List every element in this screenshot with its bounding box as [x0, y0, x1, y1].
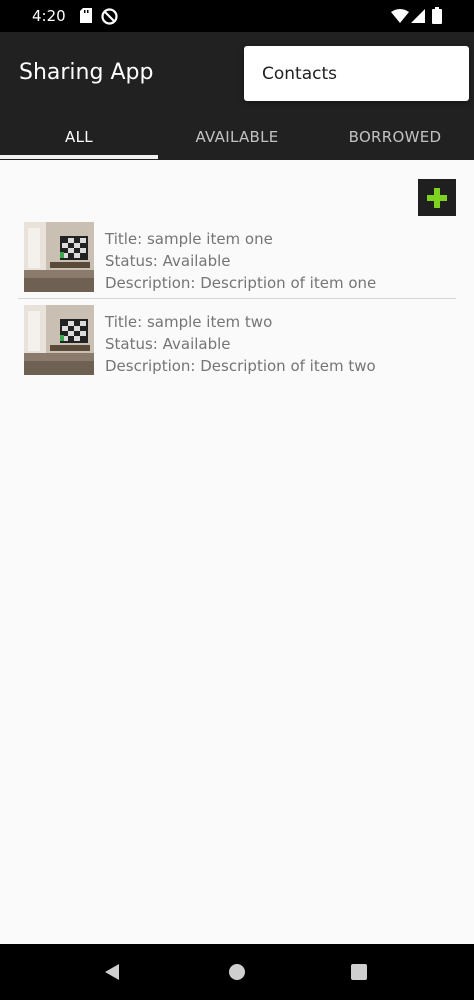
item-title: Title: sample item one: [105, 230, 273, 248]
item-details: Title: sample item two Status: Available…: [105, 311, 376, 377]
back-icon[interactable]: [103, 963, 121, 981]
item-thumbnail: [24, 222, 94, 292]
item-status: Status: Available: [105, 335, 231, 353]
room-photo-image: [24, 222, 94, 292]
system-nav-bar: [0, 944, 474, 1000]
add-item-button[interactable]: [418, 179, 456, 216]
menu-item-contacts[interactable]: Contacts: [244, 46, 469, 101]
battery-icon: [432, 7, 442, 24]
room-photo-image: [24, 305, 94, 375]
status-time: 4:20: [32, 7, 66, 25]
cell-signal-icon: [411, 9, 425, 23]
item-description: Description: Description of item two: [105, 357, 376, 375]
item-description: Description: Description of item one: [105, 274, 377, 292]
item-thumbnail: [24, 305, 94, 375]
wifi-icon: [391, 9, 409, 23]
recents-icon[interactable]: [351, 964, 367, 980]
item-status: Status: Available: [105, 252, 231, 270]
tab-available[interactable]: AVAILABLE: [158, 114, 316, 160]
sd-card-icon: [80, 8, 92, 23]
list-item[interactable]: Title: sample item two Status: Available…: [18, 299, 456, 381]
tab-indicator: [0, 155, 158, 159]
overflow-menu: Contacts: [244, 46, 469, 101]
item-list: Title: sample item one Status: Available…: [18, 216, 456, 381]
plus-icon: [427, 187, 447, 208]
list-item[interactable]: Title: sample item one Status: Available…: [18, 216, 456, 299]
app-screen: 4:20 Sharing App ALL AVAILABLE BORROWED: [0, 0, 474, 1000]
tab-bar: ALL AVAILABLE BORROWED: [0, 114, 474, 160]
status-bar: 4:20: [0, 0, 474, 32]
tab-all[interactable]: ALL: [0, 114, 158, 160]
app-title: Sharing App: [19, 60, 154, 85]
home-icon[interactable]: [229, 964, 245, 980]
item-title: Title: sample item two: [105, 313, 273, 331]
item-details: Title: sample item one Status: Available…: [105, 228, 376, 294]
tab-borrowed[interactable]: BORROWED: [316, 114, 474, 160]
do-not-disturb-icon: [101, 8, 118, 25]
